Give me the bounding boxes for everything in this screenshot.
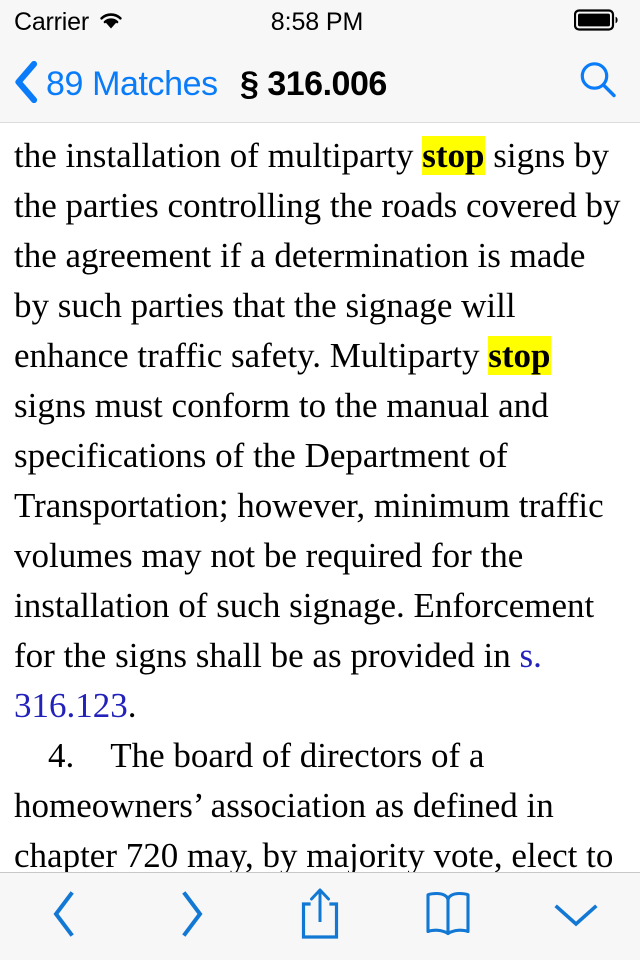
status-bar-center: 8:58 PM — [270, 7, 364, 36]
back-button-label: 89 Matches — [46, 64, 218, 103]
book-icon — [422, 888, 474, 945]
hide-toolbar-button[interactable] — [512, 873, 640, 960]
search-highlight: stop — [422, 136, 485, 175]
status-time: 8:58 PM — [270, 7, 364, 36]
chevron-right-icon — [171, 888, 213, 945]
next-match-button[interactable] — [128, 873, 256, 960]
chevron-left-icon — [43, 888, 85, 945]
battery-full-icon — [573, 8, 620, 36]
bottom-toolbar — [0, 872, 640, 960]
chevron-down-icon — [549, 894, 603, 939]
status-bar: Carrier 8:58 PM — [0, 0, 640, 44]
carrier-label: Carrier — [14, 7, 89, 36]
statute-text: the installation of multiparty stop sign… — [14, 123, 626, 872]
chevron-left-icon — [14, 60, 38, 108]
back-button[interactable]: 89 Matches — [14, 60, 218, 108]
previous-match-button[interactable] — [0, 873, 128, 960]
app-screen: Carrier 8:58 PM 89 Matches § 316.006 the… — [0, 0, 640, 960]
wifi-icon — [98, 10, 124, 35]
share-icon — [297, 885, 343, 948]
status-bar-right — [363, 8, 626, 36]
status-bar-left: Carrier — [14, 7, 271, 36]
search-highlight: stop — [488, 336, 551, 375]
text-run: . — [127, 686, 137, 725]
search-button[interactable] — [572, 58, 624, 110]
text-run: signs must conform to the manual and spe… — [14, 386, 604, 675]
navigation-bar: 89 Matches § 316.006 — [0, 44, 640, 123]
page-title: § 316.006 — [240, 64, 387, 103]
paragraph-numbered-4: 4. The board of directors of a homeowners… — [14, 731, 626, 872]
paragraph-number: 4. — [48, 736, 75, 775]
text-run: The board of directors of a homeowners’ … — [14, 736, 614, 872]
text-run: the installation of multiparty — [14, 136, 423, 175]
paragraph-continued: the installation of multiparty stop sign… — [14, 131, 626, 731]
search-icon — [576, 59, 620, 108]
share-button[interactable] — [256, 873, 384, 960]
document-content[interactable]: the installation of multiparty stop sign… — [0, 123, 640, 872]
bookmark-button[interactable] — [384, 873, 512, 960]
